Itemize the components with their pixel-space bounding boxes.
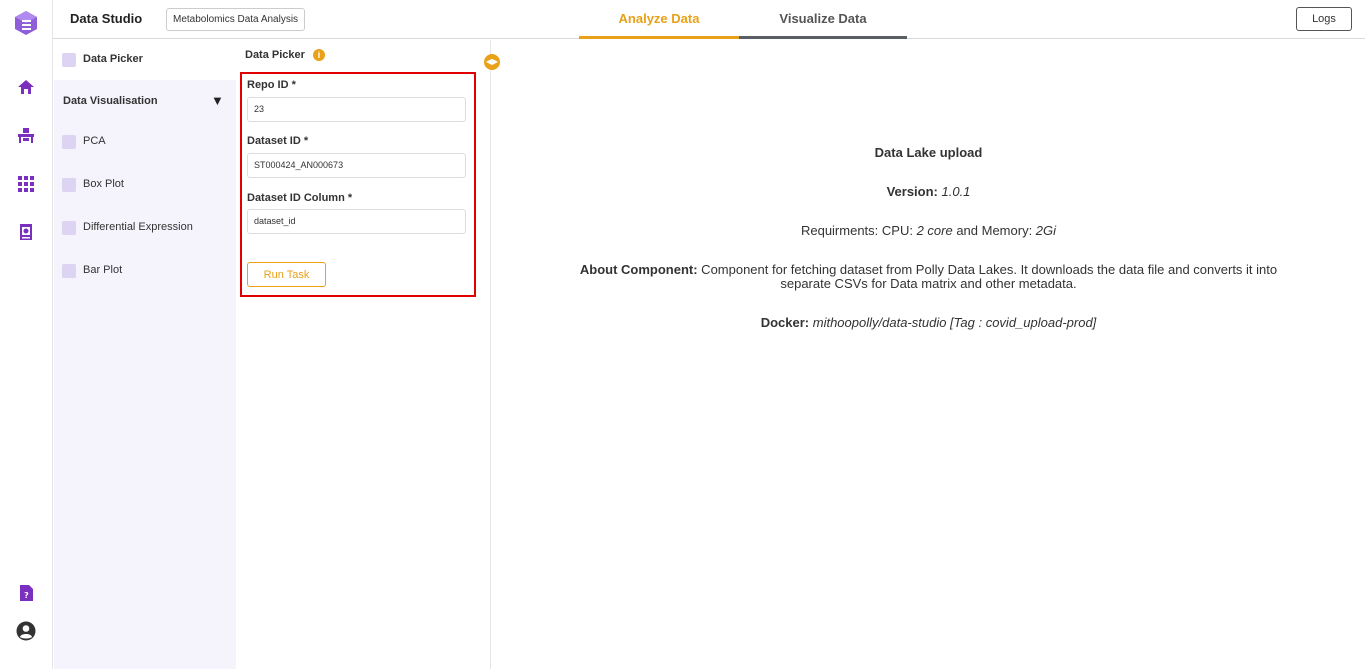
component-swatch bbox=[62, 178, 76, 192]
home-icon[interactable] bbox=[17, 78, 35, 96]
app-title: Data Studio bbox=[70, 11, 143, 26]
workstation-icon[interactable] bbox=[17, 126, 35, 144]
tab-analyze-data[interactable]: Analyze Data bbox=[579, 0, 739, 39]
docker-label: Docker: bbox=[760, 315, 810, 330]
requirements-prefix: Requirments: CPU: bbox=[800, 223, 917, 238]
panel-title: Data Picker bbox=[245, 49, 305, 61]
dataset-id-label: Dataset ID * bbox=[247, 135, 309, 147]
component-swatch bbox=[62, 221, 76, 235]
app-logo-icon[interactable] bbox=[15, 11, 37, 35]
docker-line: Docker: mithoopolly/data-studio [Tag : c… bbox=[492, 315, 1365, 330]
svg-text:?: ? bbox=[24, 591, 29, 600]
info-icon[interactable]: i bbox=[313, 49, 325, 61]
version-label: Version: bbox=[886, 184, 938, 199]
component-sidebar: Data Picker Data Visualisation ▼ PCA Box… bbox=[54, 40, 236, 669]
about-text: Component for fetching dataset from Poll… bbox=[697, 262, 1278, 277]
about-line: About Component: Component for fetching … bbox=[492, 262, 1365, 277]
sidebar-item-label: Data Picker bbox=[83, 53, 143, 65]
user-account-icon[interactable] bbox=[16, 621, 36, 641]
run-task-button[interactable]: Run Task bbox=[247, 262, 326, 287]
help-doc-icon[interactable]: ? bbox=[17, 584, 35, 602]
dataset-id-input[interactable]: ST000424_AN000673 bbox=[247, 153, 466, 178]
sidebar-item-label: PCA bbox=[83, 135, 106, 147]
sidebar-item-label: Box Plot bbox=[83, 178, 124, 190]
config-form: Repo ID * 23 Dataset ID * ST000424_AN000… bbox=[240, 72, 476, 297]
logs-button[interactable]: Logs bbox=[1296, 7, 1352, 31]
sidebar-item-differential-expression[interactable]: Differential Expression bbox=[54, 208, 236, 248]
component-swatch bbox=[62, 53, 76, 67]
component-config-panel: Data Picker i Repo ID * 23 Dataset ID * … bbox=[237, 40, 491, 669]
cpu-value: 2 core bbox=[916, 223, 953, 238]
apps-grid-icon[interactable] bbox=[17, 175, 35, 193]
sidebar-item-label: Bar Plot bbox=[83, 264, 123, 276]
sidebar-item-label: Differential Expression bbox=[83, 221, 193, 233]
requirements-mid: and Memory: bbox=[952, 223, 1036, 238]
component-swatch bbox=[62, 135, 76, 149]
sidebar-item-box-plot[interactable]: Box Plot bbox=[54, 165, 236, 205]
component-swatch bbox=[62, 264, 76, 278]
about-label: About Component: bbox=[579, 262, 698, 277]
requirements-line: Requirments: CPU: 2 core and Memory: 2Gi bbox=[492, 223, 1365, 238]
component-title: Data Lake upload bbox=[874, 145, 983, 160]
component-details: Data Lake upload Version: 1.0.1 Requirme… bbox=[492, 40, 1365, 669]
memory-value: 2Gi bbox=[1035, 223, 1057, 238]
about-text-continued: separate CSVs for Data matrix and other … bbox=[780, 276, 1077, 291]
repo-id-label: Repo ID * bbox=[247, 79, 296, 91]
sidebar-group-data-visualisation[interactable]: Data Visualisation ▼ bbox=[54, 86, 236, 116]
docker-image: mithoopolly/data-studio [Tag : covid_upl… bbox=[812, 315, 1097, 330]
dataset-id-column-input[interactable]: dataset_id bbox=[247, 209, 466, 234]
repo-id-input[interactable]: 23 bbox=[247, 97, 466, 122]
dataset-id-column-label: Dataset ID Column * bbox=[247, 192, 353, 204]
sidebar-item-data-picker[interactable]: Data Picker bbox=[54, 40, 236, 80]
sidebar-item-bar-plot[interactable]: Bar Plot bbox=[54, 251, 236, 291]
chevron-down-icon[interactable]: ▼ bbox=[211, 93, 224, 108]
version-value: 1.0.1 bbox=[941, 184, 971, 199]
sidebar-group-label: Data Visualisation bbox=[63, 95, 158, 107]
project-name-input[interactable]: Metabolomics Data Analysis bbox=[166, 8, 305, 31]
notebook-icon[interactable] bbox=[17, 223, 35, 241]
version-line: Version: 1.0.1 bbox=[492, 184, 1365, 199]
tab-visualize-data[interactable]: Visualize Data bbox=[739, 0, 907, 39]
sidebar-item-pca[interactable]: PCA bbox=[54, 122, 236, 162]
icon-rail: ? bbox=[0, 0, 53, 669]
top-bar: Data Studio Metabolomics Data Analysis A… bbox=[53, 0, 1365, 39]
